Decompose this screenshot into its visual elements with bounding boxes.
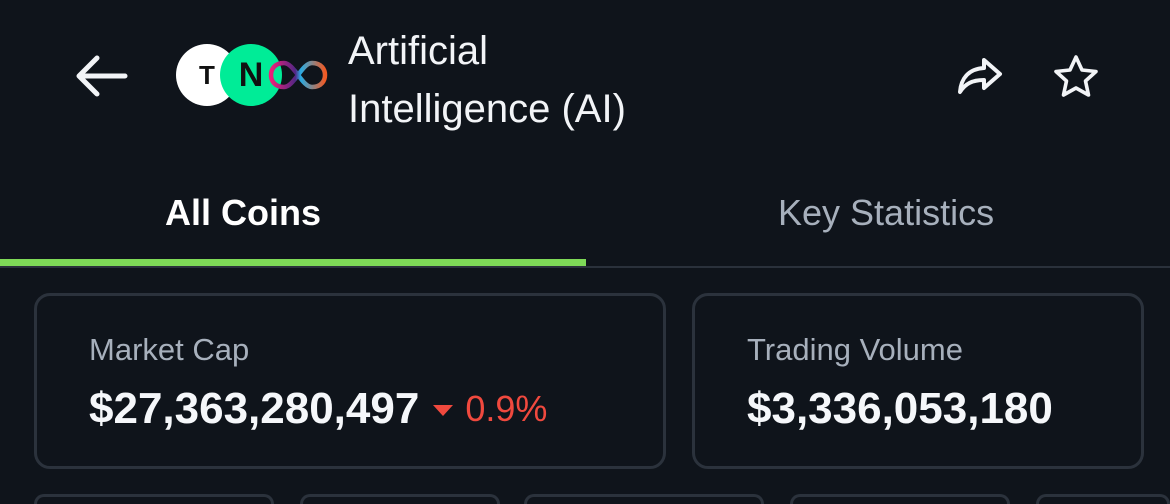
tab-all-coins[interactable]: All Coins (0, 160, 536, 266)
market-cap-change-value: 0.9% (465, 388, 548, 429)
category-logos: T N (176, 44, 336, 106)
trading-volume-value: $3,336,053,180 (747, 384, 1053, 433)
next-card-peek (300, 494, 500, 504)
market-cap-card: Market Cap $27,363,280,497 0.9% (34, 293, 666, 469)
infinity-icon (268, 60, 328, 90)
page-title-line2: Intelligence (AI) (348, 87, 626, 131)
trading-volume-value-row: $3,336,053,180 (747, 384, 1053, 434)
next-card-peek (1036, 494, 1170, 504)
share-icon (958, 58, 1002, 94)
page-title: Artificial Intelligence (AI) (348, 22, 868, 138)
tab-key-statistics-label: Key Statistics (778, 192, 995, 233)
market-cap-value: $27,363,280,497 (89, 384, 420, 433)
trading-volume-label: Trading Volume (747, 332, 963, 367)
caret-down-icon (433, 404, 454, 416)
share-button[interactable] (952, 52, 1008, 100)
market-cap-label: Market Cap (89, 332, 250, 367)
star-icon (1054, 55, 1098, 97)
header: T N Artificial Intelligence (AI) (0, 0, 1170, 160)
next-card-peek (34, 494, 274, 504)
market-cap-change: 0.9% (433, 388, 547, 430)
next-card-peek (524, 494, 764, 504)
next-card-peek (790, 494, 1010, 504)
tab-bar: All Coins Key Statistics (0, 160, 1170, 268)
page-title-line1: Artificial (348, 29, 489, 73)
favorite-button[interactable] (1048, 50, 1104, 102)
active-tab-indicator (0, 259, 586, 266)
trading-volume-card: Trading Volume $3,336,053,180 (692, 293, 1144, 469)
back-button[interactable] (70, 50, 132, 102)
arrow-left-icon (76, 55, 128, 97)
market-cap-value-row: $27,363,280,497 0.9% (89, 384, 547, 434)
tab-all-coins-label: All Coins (164, 192, 321, 233)
tab-key-statistics[interactable]: Key Statistics (610, 160, 1170, 266)
